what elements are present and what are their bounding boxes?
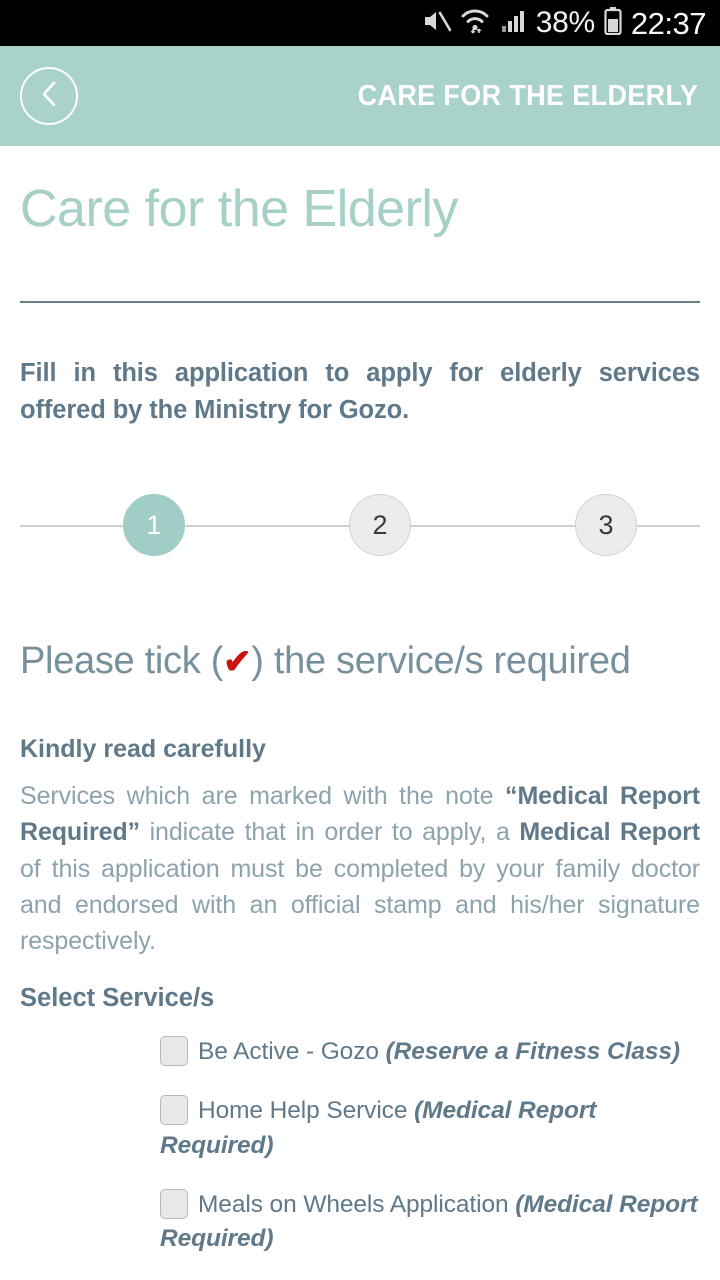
battery-icon	[604, 6, 622, 40]
back-button[interactable]	[20, 67, 78, 125]
signal-icon	[501, 8, 527, 39]
mute-icon	[423, 8, 452, 39]
notice-body: Services which are marked with the note …	[20, 778, 700, 959]
notice-title: Kindly read carefully	[20, 735, 266, 764]
title-divider	[20, 300, 700, 303]
select-services-title: Select Service/s	[20, 984, 215, 1013]
red-checkmark-icon: ✔	[223, 643, 252, 682]
status-bar-icons: 38% 22:37	[423, 5, 707, 41]
list-item[interactable]: Be Active - Gozo (Reserve a Fitness Clas…	[160, 1035, 700, 1070]
step-2[interactable]: 2	[349, 494, 411, 557]
app-header: CARE FOR THE ELDERLY	[0, 46, 720, 146]
tick-heading-after: ) the service/s required	[251, 640, 631, 683]
list-item[interactable]: Home Help Service (Medical Report Requir…	[160, 1094, 700, 1164]
checkbox-meals-on-wheels[interactable]	[160, 1188, 188, 1219]
notice-part1: Services which are marked with the note	[20, 782, 506, 811]
notice-part3: of this application must be completed by…	[20, 854, 700, 956]
battery-percent: 38%	[535, 6, 595, 39]
service-name: Meals on Wheels Application	[198, 1190, 509, 1218]
wifi-icon	[460, 8, 492, 39]
tick-instruction-heading: Please tick (✔) the service/s required	[20, 640, 700, 683]
header-title: CARE FOR THE ELDERLY	[357, 79, 698, 112]
status-bar: 38% 22:37	[0, 0, 720, 46]
step-3[interactable]: 3	[575, 494, 637, 557]
service-list: Be Active - Gozo (Reserve a Fitness Clas…	[20, 1035, 700, 1257]
service-note: (Reserve a Fitness Class)	[385, 1038, 680, 1066]
checkbox-home-help-service[interactable]	[160, 1095, 188, 1126]
page-title: Care for the Elderly	[20, 180, 458, 238]
status-bar-clock: 22:37	[630, 5, 707, 41]
notice-part2: indicate that in order to apply, a	[139, 818, 520, 847]
step-1[interactable]: 1	[123, 494, 185, 557]
chevron-left-icon	[38, 79, 60, 114]
service-name: Home Help Service	[198, 1097, 408, 1125]
checkbox-be-active-gozo[interactable]	[160, 1036, 188, 1067]
notice-bold2: Medical Report	[519, 818, 700, 847]
step-indicator: 1 2 3	[20, 472, 700, 582]
page-content: Care for the Elderly Fill in this applic…	[0, 182, 720, 1257]
service-name: Be Active - Gozo	[198, 1038, 379, 1066]
list-item[interactable]: Meals on Wheels Application (Medical Rep…	[160, 1188, 700, 1258]
tick-heading-before: Please tick (	[20, 640, 224, 683]
intro-paragraph: Fill in this application to apply for el…	[20, 358, 700, 425]
